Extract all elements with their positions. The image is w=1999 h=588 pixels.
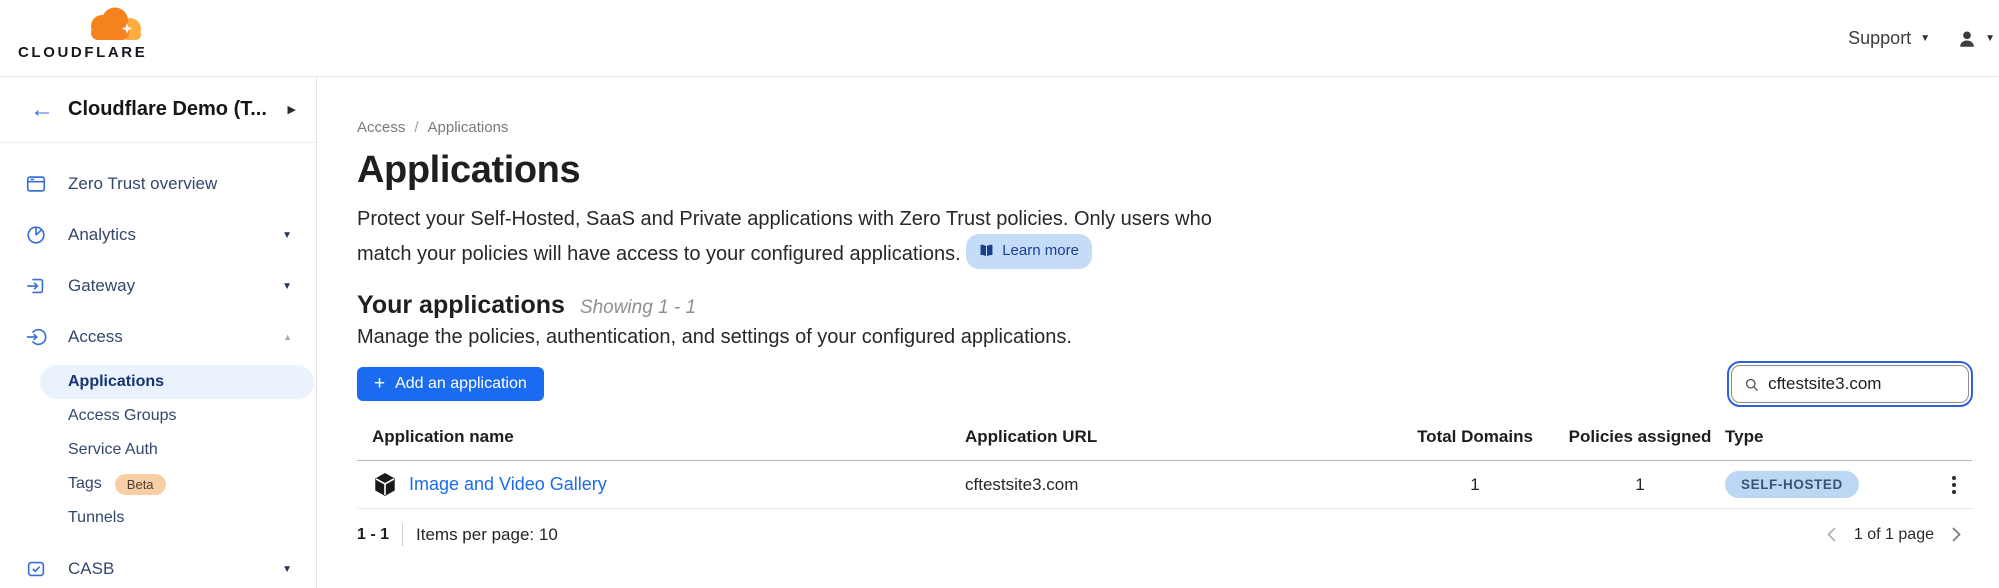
page-title: Applications bbox=[357, 149, 1972, 192]
back-arrow-icon[interactable]: ← bbox=[30, 98, 54, 122]
sidebar-item-label: Gateway bbox=[68, 276, 135, 296]
add-application-button[interactable]: + Add an application bbox=[357, 367, 544, 401]
page-description: Protect your Self-Hosted, SaaS and Priva… bbox=[357, 204, 1257, 269]
account-switcher: ← Cloudflare Demo (T... ▶ bbox=[0, 77, 316, 143]
total-domains-value: 1 bbox=[1395, 475, 1555, 495]
page-previous-button[interactable] bbox=[1826, 526, 1837, 543]
sidebar-item-service-auth[interactable]: Service Auth bbox=[0, 433, 316, 467]
sidebar-item-tunnels[interactable]: Tunnels bbox=[0, 501, 316, 535]
breadcrumb-access[interactable]: Access bbox=[357, 119, 405, 136]
sidebar-item-gateway[interactable]: Gateway ▼ bbox=[0, 266, 316, 306]
sidebar-item-label: CASB bbox=[68, 559, 114, 579]
applications-table: Application name Application URL Total D… bbox=[357, 427, 1972, 509]
gateway-icon bbox=[25, 275, 47, 297]
sidebar-item-label: Tags bbox=[68, 475, 102, 493]
pagination-bar: 1 - 1 Items per page: 10 1 of 1 page bbox=[357, 509, 1972, 546]
cloudflare-logo-text: CLOUDFLARE bbox=[18, 44, 152, 61]
user-account-menu[interactable]: ▼ bbox=[1956, 28, 1997, 50]
sidebar-item-zero-trust-overview[interactable]: Zero Trust overview bbox=[0, 164, 316, 204]
column-header-name: Application name bbox=[357, 427, 965, 447]
add-application-label: Add an application bbox=[395, 375, 527, 393]
app-cube-icon bbox=[372, 471, 398, 498]
checkbox-check-icon bbox=[25, 558, 47, 580]
chevron-left-icon bbox=[1826, 526, 1837, 543]
application-link[interactable]: Image and Video Gallery bbox=[409, 474, 607, 495]
pie-chart-icon bbox=[25, 224, 47, 246]
learn-more-label: Learn more bbox=[1002, 236, 1079, 266]
sidebar-item-label: Service Auth bbox=[68, 441, 158, 459]
divider bbox=[402, 523, 403, 546]
sidebar-item-label: Tunnels bbox=[68, 509, 124, 527]
sidebar-item-tags[interactable]: Tags Beta bbox=[0, 467, 316, 501]
search-icon bbox=[1744, 376, 1759, 393]
section-subtitle: Manage the policies, authentication, and… bbox=[357, 326, 1972, 349]
pagination-range: 1 - 1 bbox=[357, 526, 389, 544]
access-sub-menu: Applications Access Groups Service Auth … bbox=[0, 365, 316, 535]
book-icon bbox=[979, 244, 994, 258]
expand-right-icon[interactable]: ▶ bbox=[288, 103, 296, 116]
top-header: CLOUDFLARE Support ▼ ▼ bbox=[0, 0, 1999, 77]
column-header-domains: Total Domains bbox=[1395, 427, 1555, 447]
breadcrumb: Access / Applications bbox=[357, 119, 1972, 136]
beta-badge: Beta bbox=[115, 474, 166, 495]
column-header-url: Application URL bbox=[965, 427, 1395, 447]
support-label: Support bbox=[1848, 28, 1911, 49]
cloudflare-logo[interactable]: CLOUDFLARE bbox=[18, 6, 152, 61]
support-menu[interactable]: Support ▼ bbox=[1848, 28, 1930, 49]
chevron-right-icon bbox=[1951, 526, 1962, 543]
window-icon bbox=[25, 173, 47, 195]
page-next-button[interactable] bbox=[1951, 526, 1962, 543]
plus-icon: + bbox=[374, 374, 385, 393]
learn-more-link[interactable]: Learn more bbox=[966, 234, 1092, 269]
sidebar-item-label: Analytics bbox=[68, 225, 136, 245]
sidebar-nav: Zero Trust overview Analytics ▼ Gateway … bbox=[0, 143, 316, 588]
caret-down-icon: ▼ bbox=[282, 281, 292, 292]
sidebar-item-analytics[interactable]: Analytics ▼ bbox=[0, 215, 316, 255]
column-header-type: Type bbox=[1725, 427, 1905, 447]
column-header-policies: Policies assigned bbox=[1555, 427, 1725, 447]
breadcrumb-separator: / bbox=[414, 119, 418, 136]
application-url: cftestsite3.com bbox=[965, 475, 1395, 495]
showing-count: Showing 1 - 1 bbox=[580, 297, 696, 319]
sidebar-item-label: Access Groups bbox=[68, 407, 176, 425]
account-name[interactable]: Cloudflare Demo (T... bbox=[68, 98, 267, 121]
kebab-menu-icon[interactable] bbox=[1948, 472, 1960, 498]
user-icon bbox=[1956, 28, 1978, 50]
sidebar-item-access[interactable]: Access ▲ bbox=[0, 317, 316, 357]
search-box bbox=[1731, 365, 1969, 403]
sidebar-item-label: Applications bbox=[68, 373, 164, 391]
sidebar-item-applications[interactable]: Applications bbox=[40, 365, 314, 399]
section-title: Your applications bbox=[357, 291, 565, 320]
sidebar-item-label: Access bbox=[68, 327, 123, 347]
login-arrow-icon bbox=[25, 326, 47, 348]
sidebar-item-label: Zero Trust overview bbox=[68, 174, 217, 194]
sidebar-item-casb[interactable]: CASB ▼ bbox=[0, 549, 316, 588]
type-badge: SELF-HOSTED bbox=[1725, 471, 1859, 498]
caret-down-icon: ▼ bbox=[282, 564, 292, 575]
page-indicator: 1 of 1 page bbox=[1854, 526, 1934, 544]
table-row: Image and Video Gallery cftestsite3.com … bbox=[357, 461, 1972, 509]
policies-assigned-value: 1 bbox=[1555, 475, 1725, 495]
sidebar-item-access-groups[interactable]: Access Groups bbox=[0, 399, 316, 433]
breadcrumb-applications: Applications bbox=[428, 119, 509, 136]
caret-down-icon: ▼ bbox=[282, 230, 292, 241]
chevron-down-icon: ▼ bbox=[1920, 34, 1930, 44]
table-header-row: Application name Application URL Total D… bbox=[357, 427, 1972, 461]
cloudflare-cloud-icon bbox=[82, 6, 146, 42]
chevron-down-icon: ▼ bbox=[1985, 34, 1995, 44]
search-input[interactable] bbox=[1768, 374, 1956, 394]
caret-up-icon: ▲ bbox=[283, 332, 292, 342]
items-per-page-control[interactable]: Items per page: 10 bbox=[416, 525, 558, 545]
main-content: Access / Applications Applications Prote… bbox=[318, 77, 1999, 588]
sidebar: ← Cloudflare Demo (T... ▶ Zero Trust ove… bbox=[0, 77, 317, 588]
